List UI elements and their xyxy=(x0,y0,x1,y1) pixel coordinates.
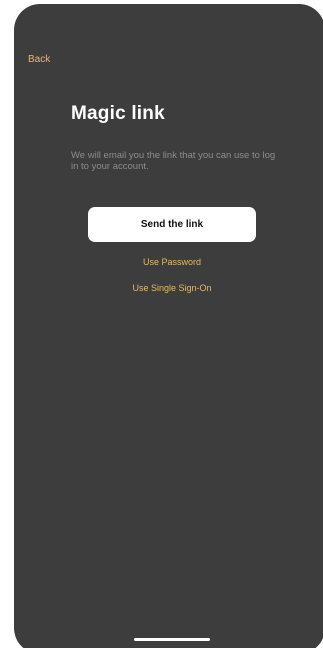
send-link-button[interactable]: Send the link xyxy=(88,207,256,242)
back-link[interactable]: Back xyxy=(28,54,50,65)
device-frame xyxy=(14,4,323,648)
send-link-button-label: Send the link xyxy=(140,219,204,230)
use-password-link[interactable]: Use Password xyxy=(88,257,256,267)
page-description: We will email you the link that you can … xyxy=(71,150,276,172)
page-title: Magic link xyxy=(71,103,165,124)
use-sso-link[interactable]: Use Single Sign-On xyxy=(88,283,256,293)
home-indicator xyxy=(134,638,210,641)
